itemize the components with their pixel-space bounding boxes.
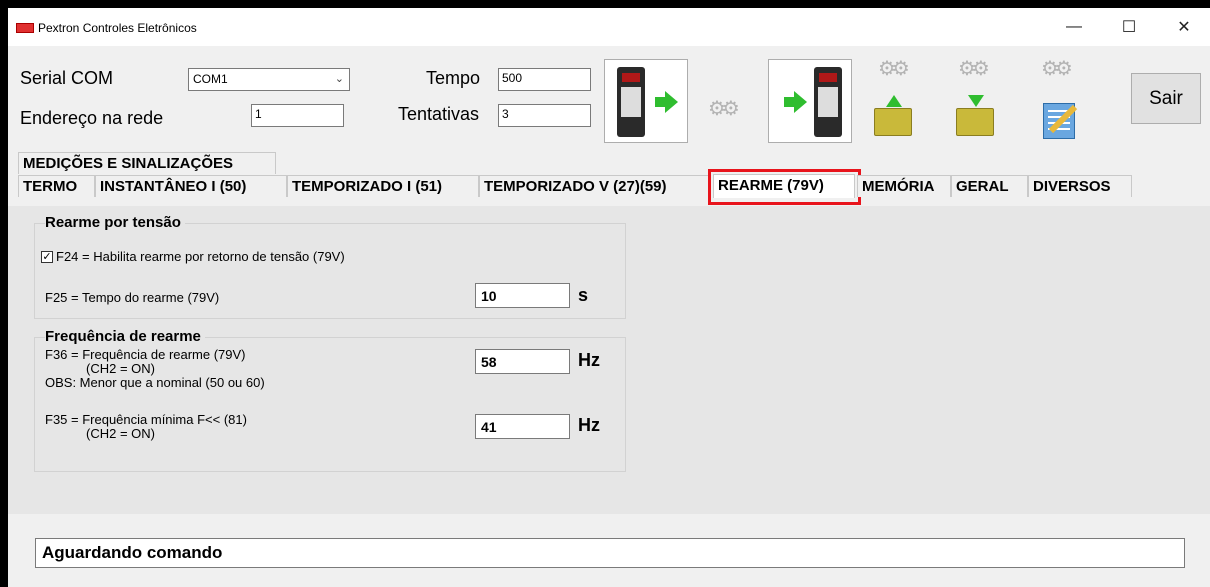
tentativas-input[interactable]: 3 <box>498 104 591 127</box>
title-bar: Pextron Controles Eletrônicos — ☐ ✕ <box>8 8 1210 46</box>
read-device-button[interactable] <box>604 59 688 143</box>
write-device-button[interactable] <box>768 59 852 143</box>
gears-icon: ⚙⚙ <box>708 98 740 120</box>
relay-device-icon <box>814 67 842 137</box>
f25-label: F25 = Tempo do rearme (79V) <box>45 290 220 305</box>
tab-diversos[interactable]: DIVERSOS <box>1028 175 1132 197</box>
maximize-button[interactable]: ☐ <box>1106 13 1152 41</box>
f36-condition: (CH2 = ON) <box>86 361 155 376</box>
f35-label: F35 = Frequência mínima F<< (81) <box>45 412 247 427</box>
status-area: Aguardando comando <box>8 514 1210 587</box>
serial-com-select[interactable]: COM1 ⌄ <box>188 68 350 91</box>
relay-device-icon <box>617 67 645 137</box>
f36-input[interactable]: 58 <box>475 349 570 374</box>
tempo-label: Tempo <box>426 68 481 88</box>
tab-temporizado-v[interactable]: TEMPORIZADO V (27)(59) <box>479 175 709 197</box>
f36-label: F36 = Frequência de rearme (79V) <box>45 347 246 362</box>
tab-highlight <box>708 169 861 205</box>
tab-medicoes[interactable]: MEDIÇÕES E SINALIZAÇÕES <box>18 152 276 174</box>
gears-icon: ⚙⚙ <box>878 58 910 80</box>
close-button[interactable]: ✕ <box>1161 13 1207 41</box>
download-icon <box>968 95 984 107</box>
app-window: Pextron Controles Eletrônicos — ☐ ✕ Seri… <box>8 8 1210 587</box>
tab-geral[interactable]: GERAL <box>951 175 1028 197</box>
serial-com-label: Serial COM <box>20 68 114 88</box>
f36-obs: OBS: Menor que a nominal (50 ou 60) <box>45 375 265 390</box>
pencil-icon <box>1048 104 1078 134</box>
tab-termo[interactable]: TERMO <box>18 175 95 197</box>
open-folder-button[interactable] <box>874 95 912 136</box>
tab-instantaneo[interactable]: INSTANTÂNEO I (50) <box>95 175 287 197</box>
group-rearme-tensao-title: Rearme por tensão <box>45 214 185 231</box>
sair-button[interactable]: Sair <box>1131 73 1201 124</box>
endereco-input[interactable]: 1 <box>251 104 344 127</box>
minimize-button[interactable]: — <box>1051 13 1097 41</box>
gears-icon: ⚙⚙ <box>958 58 990 80</box>
tentativas-label: Tentativas <box>398 104 480 124</box>
f24-label: F24 = Habilita rearme por retorno de ten… <box>56 249 345 264</box>
group-freq-rearme-title: Frequência de rearme <box>45 328 205 345</box>
arrow-right-icon <box>784 91 807 113</box>
f35-condition: (CH2 = ON) <box>86 426 155 441</box>
serial-com-value: COM1 <box>193 72 228 86</box>
f36-unit: Hz <box>578 350 600 370</box>
tempo-input[interactable]: 500 <box>498 68 591 91</box>
tab-memoria[interactable]: MEMÓRIA <box>857 175 951 197</box>
save-folder-button[interactable] <box>956 95 994 136</box>
edit-notepad-button[interactable] <box>1043 103 1078 139</box>
upload-icon <box>886 95 902 107</box>
tab-temporizado-i[interactable]: TEMPORIZADO I (51) <box>287 175 479 197</box>
gears-icon: ⚙⚙ <box>1041 58 1073 80</box>
f25-input[interactable]: 10 <box>475 283 570 308</box>
arrow-right-icon <box>655 91 678 113</box>
f24-checkbox[interactable]: ✓ <box>41 251 53 263</box>
f25-unit: s <box>578 285 589 305</box>
status-textbox: Aguardando comando <box>35 538 1185 568</box>
window-title: Pextron Controles Eletrônicos <box>38 21 197 35</box>
chevron-down-icon: ⌄ <box>334 73 344 85</box>
f35-unit: Hz <box>578 415 600 435</box>
endereco-label: Endereço na rede <box>20 108 164 128</box>
f35-input[interactable]: 41 <box>475 414 570 439</box>
tab-panel-rearme: Rearme por tensão ✓ F24 = Habilita rearm… <box>8 206 1210 514</box>
app-logo-icon <box>16 23 34 33</box>
